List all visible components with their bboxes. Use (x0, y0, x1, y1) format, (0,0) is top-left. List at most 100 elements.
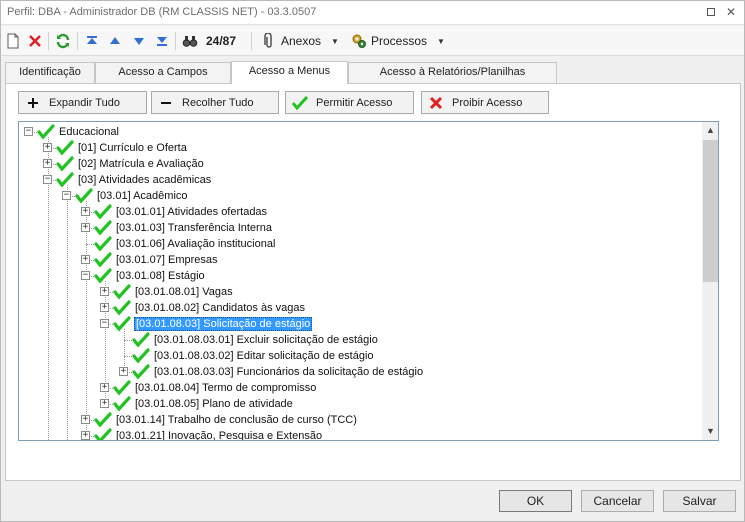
tree-node-label[interactable]: [01] Currículo e Oferta (77, 142, 188, 154)
tree-node[interactable]: [03.01.08.05] Plano de atividade (113, 396, 294, 412)
green-checkmark-icon[interactable] (75, 188, 93, 204)
tree-node[interactable]: [03.01.03] Transferência Interna (94, 220, 273, 236)
tree-node-label[interactable]: [03.01.21] Inovação, Pesquisa e Extensão (115, 430, 323, 440)
tree-node[interactable]: [03.01.08.02] Candidatos às vagas (113, 300, 306, 316)
tree-node[interactable]: [03.01.08.03.03] Funcionários da solicit… (132, 364, 424, 380)
tree-node[interactable]: [03] Atividades acadêmicas (56, 172, 212, 188)
refresh-icon[interactable] (55, 32, 71, 50)
green-checkmark-icon[interactable] (56, 156, 74, 172)
green-checkmark-icon[interactable] (56, 140, 74, 156)
tree-node-label[interactable]: [03.01.08] Estágio (115, 270, 206, 282)
tree-node[interactable]: [01] Currículo e Oferta (56, 140, 188, 156)
expand-toggle-icon[interactable]: + (81, 431, 90, 440)
tree-node-label[interactable]: [03.01.03] Transferência Interna (115, 222, 273, 234)
green-checkmark-icon[interactable] (94, 204, 112, 220)
tree-node[interactable]: [03.01.21] Inovação, Pesquisa e Extensão (94, 428, 323, 441)
tab-identificacao[interactable]: Identificação (5, 62, 95, 83)
green-checkmark-icon[interactable] (94, 236, 112, 252)
tree-node-label[interactable]: [03.01] Acadêmico (96, 190, 189, 202)
green-checkmark-icon[interactable] (56, 172, 74, 188)
delete-icon[interactable] (27, 32, 43, 50)
tree-node-label[interactable]: [03.01.01] Atividades ofertadas (115, 206, 268, 218)
expand-all-button[interactable]: Expandir Tudo (18, 91, 147, 114)
tree-node[interactable]: [03.01.08] Estágio (94, 268, 206, 284)
collapse-all-button[interactable]: Recolher Tudo (151, 91, 279, 114)
processes-menu-button[interactable]: Processos ▼ (351, 32, 445, 50)
tree-node-label[interactable]: [03] Atividades acadêmicas (77, 174, 212, 186)
green-checkmark-icon[interactable] (113, 316, 131, 332)
green-checkmark-icon[interactable] (94, 220, 112, 236)
tree-node-label[interactable]: [03.01.08.01] Vagas (134, 286, 234, 298)
tree-node[interactable]: [03.01] Acadêmico (75, 188, 189, 204)
expand-toggle-icon[interactable]: + (81, 207, 90, 216)
tree-node[interactable]: Educacional (37, 124, 120, 140)
green-checkmark-icon[interactable] (113, 284, 131, 300)
tree-node[interactable]: [03.01.08.01] Vagas (113, 284, 234, 300)
expand-toggle-icon[interactable]: + (100, 383, 109, 392)
expand-toggle-icon[interactable]: + (81, 415, 90, 424)
green-checkmark-icon[interactable] (113, 380, 131, 396)
green-checkmark-icon[interactable] (37, 124, 55, 140)
previous-record-icon[interactable] (107, 32, 123, 50)
tree-node-label[interactable]: [03.01.08.05] Plano de atividade (134, 398, 294, 410)
tree-node[interactable]: [02] Matrícula e Avaliação (56, 156, 205, 172)
cancel-button[interactable]: Cancelar (581, 490, 654, 512)
search-icon[interactable] (182, 32, 198, 50)
expand-toggle-icon[interactable]: + (100, 287, 109, 296)
collapse-toggle-icon[interactable]: − (81, 271, 90, 280)
tree-node-label[interactable]: [03.01.08.03] Solicitação de estágio (134, 317, 313, 331)
tree-node[interactable]: [03.01.01] Atividades ofertadas (94, 204, 268, 220)
green-checkmark-icon[interactable] (113, 396, 131, 412)
expand-toggle-icon[interactable]: + (100, 303, 109, 312)
tree-node[interactable]: [03.01.08.03] Solicitação de estágio (113, 316, 313, 332)
tab-acesso-campos[interactable]: Acesso a Campos (95, 62, 231, 83)
tree-node-label[interactable]: [03.01.08.03.01] Excluir solicitação de … (153, 334, 379, 346)
tree-node[interactable]: [03.01.07] Empresas (94, 252, 219, 268)
green-checkmark-icon[interactable] (94, 252, 112, 268)
tree-node-label[interactable]: [03.01.06] Avaliação institucional (115, 238, 276, 250)
green-checkmark-icon[interactable] (132, 348, 150, 364)
save-button[interactable]: Salvar (663, 490, 736, 512)
maximize-icon[interactable] (703, 5, 719, 19)
allow-access-button[interactable]: Permitir Acesso (285, 91, 414, 114)
tree-node[interactable]: [03.01.08.03.02] Editar solicitação de e… (132, 348, 375, 364)
tree-node-label[interactable]: [03.01.08.02] Candidatos às vagas (134, 302, 306, 314)
expand-toggle-icon[interactable]: + (43, 143, 52, 152)
menu-tree[interactable]: − Educacional + [01] Currículo e Oferta + [02… (18, 121, 719, 441)
tree-node-label[interactable]: [03.01.08.04] Termo de compromisso (134, 382, 317, 394)
scroll-down-icon[interactable]: ▼ (702, 423, 718, 440)
deny-access-button[interactable]: Proibir Acesso (421, 91, 549, 114)
expand-toggle-icon[interactable]: + (81, 223, 90, 232)
vertical-scrollbar[interactable]: ▲ ▼ (702, 122, 718, 440)
expand-toggle-icon[interactable]: + (43, 159, 52, 168)
next-record-icon[interactable] (131, 32, 147, 50)
green-checkmark-icon[interactable] (94, 428, 112, 441)
green-checkmark-icon[interactable] (113, 300, 131, 316)
expand-toggle-icon[interactable]: + (119, 367, 128, 376)
green-checkmark-icon[interactable] (132, 332, 150, 348)
tree-node[interactable]: [03.01.14] Trabalho de conclusão de curs… (94, 412, 358, 428)
tab-acesso-relatorios[interactable]: Acesso à Relatórios/Planilhas (348, 62, 557, 83)
green-checkmark-icon[interactable] (94, 412, 112, 428)
tree-node-label[interactable]: Educacional (58, 126, 120, 138)
collapse-toggle-icon[interactable]: − (24, 127, 33, 136)
last-record-icon[interactable] (154, 32, 170, 50)
collapse-toggle-icon[interactable]: − (62, 191, 71, 200)
scroll-up-icon[interactable]: ▲ (702, 122, 718, 139)
close-icon[interactable]: ✕ (723, 5, 739, 19)
tree-node-label[interactable]: [03.01.08.03.02] Editar solicitação de e… (153, 350, 375, 362)
tree-node-label[interactable]: [03.01.07] Empresas (115, 254, 219, 266)
green-checkmark-icon[interactable] (94, 268, 112, 284)
tree-node[interactable]: [03.01.08.03.01] Excluir solicitação de … (132, 332, 379, 348)
expand-toggle-icon[interactable]: + (100, 399, 109, 408)
expand-toggle-icon[interactable]: + (81, 255, 90, 264)
first-record-icon[interactable] (84, 32, 100, 50)
tree-node[interactable]: [03.01.08.04] Termo de compromisso (113, 380, 317, 396)
new-record-icon[interactable] (5, 32, 21, 50)
tree-node-label[interactable]: [02] Matrícula e Avaliação (77, 158, 205, 170)
tree-node-label[interactable]: [03.01.14] Trabalho de conclusão de curs… (115, 414, 358, 426)
scroll-thumb[interactable] (703, 140, 718, 282)
attachments-menu-button[interactable]: Anexos ▼ (261, 32, 339, 50)
tree-node-label[interactable]: [03.01.08.03.03] Funcionários da solicit… (153, 366, 424, 378)
tree-node[interactable]: [03.01.06] Avaliação institucional (94, 236, 276, 252)
